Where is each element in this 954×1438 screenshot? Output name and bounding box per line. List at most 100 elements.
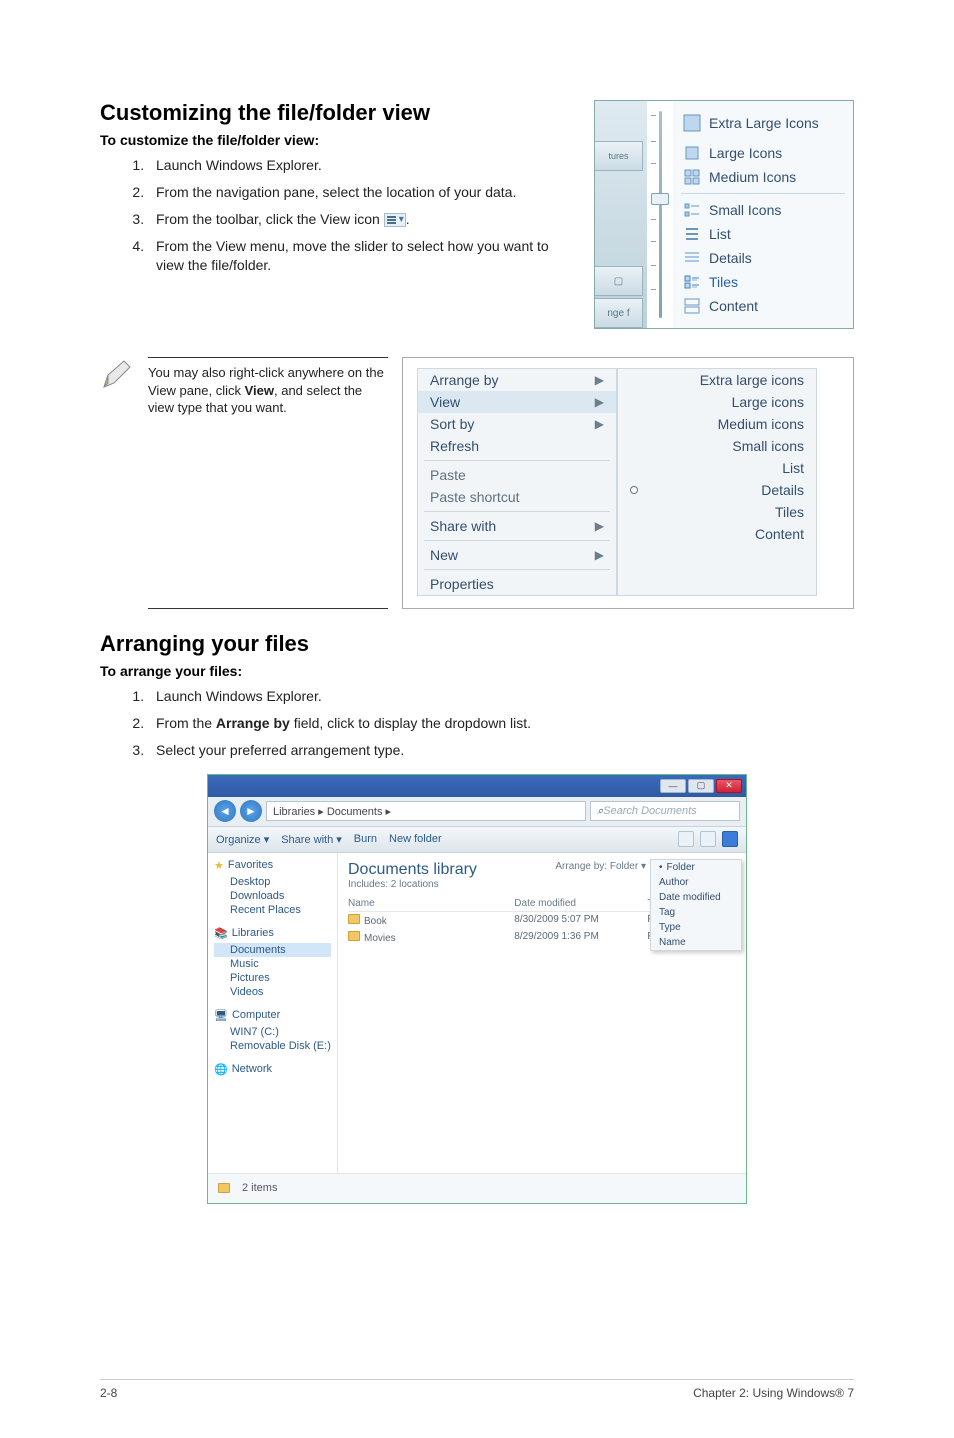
page-number: 2-8: [100, 1386, 117, 1400]
window-titlebar: — ▢ ✕: [208, 775, 746, 797]
nav-back[interactable]: ◄: [214, 800, 236, 822]
ctx-share-with[interactable]: Share with▶: [418, 515, 616, 537]
explorer-toolbar: Organize ▾ Share with ▾ Burn New folder: [208, 827, 746, 853]
address-bar[interactable]: Libraries ▸ Documents ▸: [266, 801, 586, 821]
step-2: From the navigation pane, select the loc…: [148, 183, 578, 202]
favorites-star-icon: ★: [214, 859, 224, 872]
view-medium[interactable]: Medium Icons: [681, 165, 845, 189]
large-icon: [683, 144, 701, 162]
ctx-properties[interactable]: Properties: [418, 573, 616, 595]
note-pencil-icon: [100, 357, 134, 391]
step-1: Launch Windows Explorer.: [148, 156, 578, 175]
tb-burn[interactable]: Burn: [354, 833, 377, 845]
explorer-content: Documents library Includes: 2 locations …: [338, 853, 746, 1173]
nav-c-drive[interactable]: WIN7 (C:): [214, 1025, 331, 1039]
arrange-type[interactable]: Type: [651, 920, 741, 935]
ctx-refresh[interactable]: Refresh: [418, 435, 616, 457]
details-icon: [683, 249, 701, 267]
nav-computer[interactable]: Computer: [232, 1009, 280, 1021]
slider-handle[interactable]: [651, 193, 669, 205]
ctx-sort-by[interactable]: Sort by▶: [418, 413, 616, 435]
view-content[interactable]: Content: [681, 294, 845, 318]
context-menu-left: Arrange by▶View▶Sort by▶Refresh PastePast…: [417, 368, 617, 596]
view-list[interactable]: List: [681, 222, 845, 246]
help-icon[interactable]: [722, 831, 738, 847]
window-stub-2: ▢: [595, 266, 643, 296]
arrange-tag[interactable]: Tag: [651, 905, 741, 920]
ctx-view-tiles[interactable]: Tiles: [618, 501, 816, 523]
arr-step-2: From the Arrange by field, click to disp…: [148, 714, 854, 733]
steps-arranging: Launch Windows Explorer. From the Arrang…: [100, 687, 854, 760]
ctx-paste-shortcut: Paste shortcut: [418, 486, 616, 508]
small-icon: [683, 201, 701, 219]
view-extra-large[interactable]: Extra Large Icons: [681, 111, 845, 135]
arr-step-3: Select your preferred arrangement type.: [148, 741, 854, 760]
arrange-folder[interactable]: Folder: [651, 860, 741, 875]
context-menu-screenshot: Arrange by▶View▶Sort by▶Refresh PastePast…: [402, 357, 854, 609]
step-3: From the toolbar, click the View icon .: [148, 210, 578, 229]
arrange-author[interactable]: Author: [651, 875, 741, 890]
tiles-icon: [683, 273, 701, 291]
folder-icon: [348, 931, 360, 941]
ctx-view-small-icons[interactable]: Small icons: [618, 435, 816, 457]
nav-removable[interactable]: Removable Disk (E:): [214, 1039, 331, 1053]
ctx-new[interactable]: New▶: [418, 544, 616, 566]
ctx-view-large-icons[interactable]: Large icons: [618, 391, 816, 413]
arrange-name[interactable]: Name: [651, 935, 741, 950]
nav-favorites[interactable]: Favorites: [228, 859, 273, 871]
ctx-view-list[interactable]: List: [618, 457, 816, 479]
navigation-pane: ★ Favorites Desktop Downloads Recent Plac…: [208, 853, 338, 1173]
medium-icon: [683, 168, 701, 186]
nav-network[interactable]: Network: [232, 1063, 272, 1075]
content-icon: [683, 297, 701, 315]
view-icon: [384, 213, 406, 227]
nav-libraries[interactable]: Libraries: [232, 927, 274, 939]
steps-customize: Launch Windows Explorer. From the naviga…: [100, 156, 578, 274]
nav-pictures[interactable]: Pictures: [214, 971, 331, 985]
note-text: You may also right-click anywhere on the…: [148, 357, 388, 609]
ctx-view[interactable]: View▶: [418, 391, 616, 413]
status-folder-icon: [218, 1183, 230, 1193]
ctx-view-medium-icons[interactable]: Medium icons: [618, 413, 816, 435]
max-button[interactable]: ▢: [688, 779, 714, 793]
tb-newfolder[interactable]: New folder: [389, 833, 442, 845]
ctx-paste: Paste: [418, 464, 616, 486]
min-button[interactable]: —: [660, 779, 686, 793]
search-box[interactable]: ⌕ Search Documents: [590, 801, 740, 821]
nav-fwd[interactable]: ►: [240, 800, 262, 822]
preview-pane-icon[interactable]: [700, 831, 716, 847]
nav-documents[interactable]: Documents: [214, 943, 331, 957]
view-button-icon[interactable]: [678, 831, 694, 847]
arrange-by-dropdown[interactable]: FolderAuthorDate modifiedTagTypeName: [650, 859, 742, 951]
view-size-menu: tures ▢ nge f: [594, 100, 854, 329]
arr-step-1: Launch Windows Explorer.: [148, 687, 854, 706]
status-bar: 2 items: [208, 1173, 746, 1203]
tb-organize[interactable]: Organize ▾: [216, 833, 269, 846]
nav-recent[interactable]: Recent Places: [214, 903, 331, 917]
step-4: From the View menu, move the slider to s…: [148, 237, 578, 275]
heading-customize: Customizing the file/folder view: [100, 100, 578, 126]
arrange-date-modified[interactable]: Date modified: [651, 890, 741, 905]
folder-icon: [348, 914, 360, 924]
close-button[interactable]: ✕: [716, 779, 742, 793]
ctx-view-extra-large-icons[interactable]: Extra large icons: [618, 369, 816, 391]
nav-desktop[interactable]: Desktop: [214, 875, 331, 889]
nav-music[interactable]: Music: [214, 957, 331, 971]
extra-large-icon: [683, 114, 701, 132]
view-slider[interactable]: [647, 101, 673, 328]
window-stub-1: tures: [595, 141, 643, 171]
heading-arranging: Arranging your files: [100, 631, 854, 657]
nav-videos[interactable]: Videos: [214, 985, 331, 999]
view-small[interactable]: Small Icons: [681, 198, 845, 222]
explorer-window: — ▢ ✕ ◄ ► Libraries ▸ Documents ▸ ⌕ Sear…: [207, 774, 747, 1204]
ctx-view-content[interactable]: Content: [618, 523, 816, 545]
page-footer: 2-8 Chapter 2: Using Windows® 7: [100, 1379, 854, 1400]
tb-share[interactable]: Share with ▾: [281, 833, 342, 846]
arrange-by-label[interactable]: Arrange by: Folder ▾: [555, 861, 646, 872]
nav-downloads[interactable]: Downloads: [214, 889, 331, 903]
view-large[interactable]: Large Icons: [681, 141, 845, 165]
view-tiles[interactable]: Tiles: [681, 270, 845, 294]
ctx-arrange-by[interactable]: Arrange by▶: [418, 369, 616, 391]
view-details[interactable]: Details: [681, 246, 845, 270]
ctx-view-details[interactable]: Details: [618, 479, 816, 501]
